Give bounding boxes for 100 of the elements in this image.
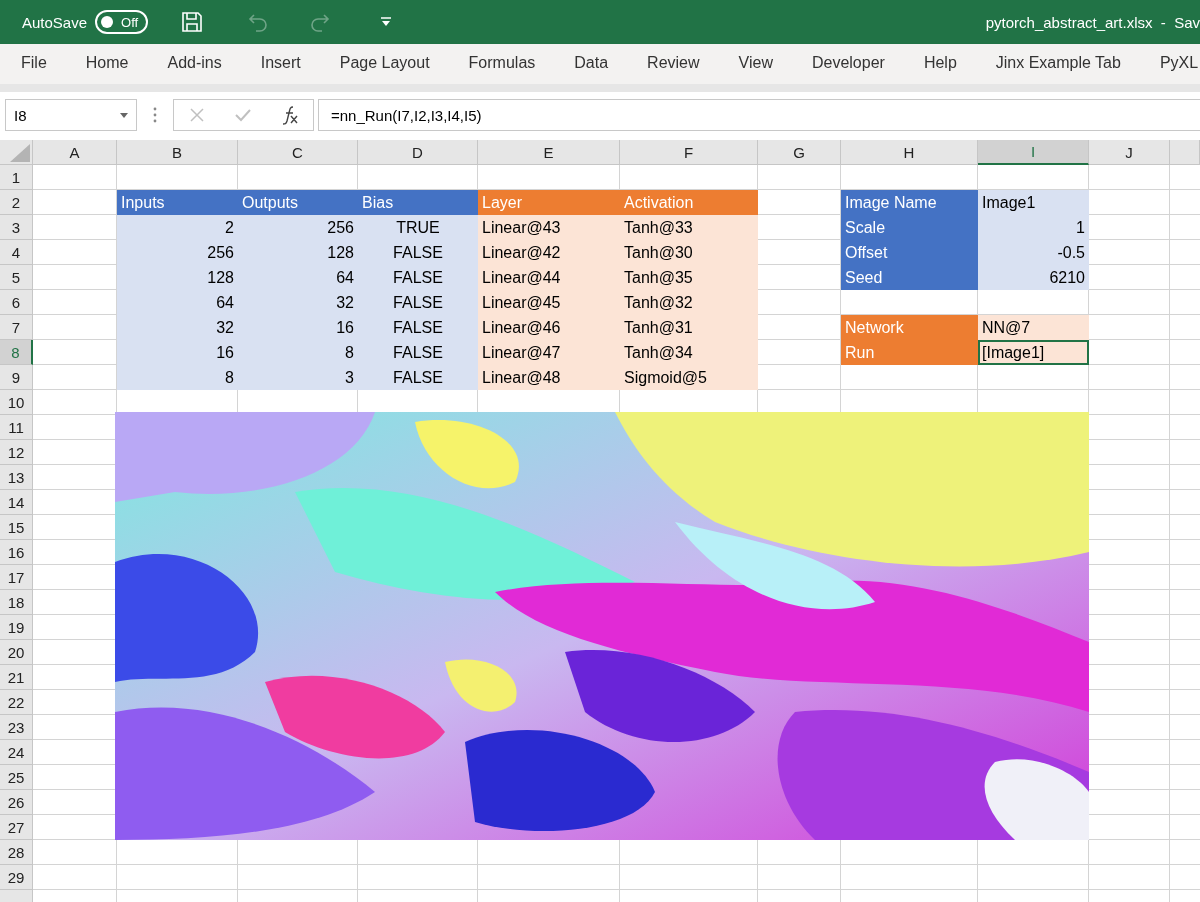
row-header[interactable]: 24 bbox=[0, 740, 33, 765]
ribbon-tab[interactable]: Page Layout bbox=[328, 45, 441, 83]
ribbon-tab[interactable]: Home bbox=[74, 45, 140, 83]
table-cell: TRUE bbox=[358, 215, 478, 240]
column-header[interactable]: I bbox=[978, 140, 1089, 165]
table-cell: 3 bbox=[238, 365, 358, 390]
table-cell: Linear@42 bbox=[478, 240, 620, 265]
parameter-value: [Image1] bbox=[978, 340, 1089, 365]
row-header[interactable]: 7 bbox=[0, 315, 33, 340]
row-header[interactable]: 13 bbox=[0, 465, 33, 490]
row-header[interactable]: 16 bbox=[0, 540, 33, 565]
table-cell: Tanh@31 bbox=[620, 315, 758, 340]
row-header[interactable]: 12 bbox=[0, 440, 33, 465]
ribbon-tab[interactable]: Developer bbox=[800, 45, 896, 83]
column-header[interactable]: F bbox=[620, 140, 758, 165]
ribbon-tab[interactable]: Add-ins bbox=[156, 45, 233, 83]
row-header[interactable]: 27 bbox=[0, 815, 33, 840]
column-title: Activation bbox=[620, 190, 758, 215]
parameter-label: Network bbox=[841, 315, 978, 340]
column-header[interactable] bbox=[1170, 140, 1200, 165]
column-header[interactable]: G bbox=[758, 140, 841, 165]
row-header[interactable]: 9 bbox=[0, 365, 33, 390]
table-cell: FALSE bbox=[358, 265, 478, 290]
column-header[interactable]: E bbox=[478, 140, 620, 165]
table-cell: Linear@46 bbox=[478, 315, 620, 340]
column-header[interactable]: B bbox=[117, 140, 238, 165]
ribbon-tab[interactable]: Insert bbox=[249, 45, 312, 83]
row-header[interactable]: 3 bbox=[0, 215, 33, 240]
row-header[interactable]: 21 bbox=[0, 665, 33, 690]
row-header[interactable]: 2 bbox=[0, 190, 33, 215]
table-cell: FALSE bbox=[358, 315, 478, 340]
parameter-label: Seed bbox=[841, 265, 978, 290]
table-cell: 128 bbox=[117, 265, 238, 290]
select-all-corner[interactable] bbox=[0, 140, 33, 165]
row-header[interactable]: 26 bbox=[0, 790, 33, 815]
parameter-label: Image Name bbox=[841, 190, 978, 215]
row-header[interactable]: 11 bbox=[0, 415, 33, 440]
table-cell: Tanh@35 bbox=[620, 265, 758, 290]
column-title: Inputs bbox=[117, 190, 238, 215]
row-header[interactable]: 15 bbox=[0, 515, 33, 540]
ribbon-tab[interactable]: Jinx Example Tab bbox=[984, 45, 1132, 83]
function-icon bbox=[280, 105, 299, 125]
dropdown-icon bbox=[380, 17, 393, 27]
table-cell: 64 bbox=[238, 265, 358, 290]
ribbon-tab[interactable]: PyXL bbox=[1148, 45, 1200, 83]
column-header[interactable]: C bbox=[238, 140, 358, 165]
row-header[interactable]: 25 bbox=[0, 765, 33, 790]
table-cell: FALSE bbox=[358, 340, 478, 365]
table-cell: 16 bbox=[117, 340, 238, 365]
table-cell: Linear@43 bbox=[478, 215, 620, 240]
column-header[interactable]: J bbox=[1089, 140, 1170, 165]
redo-icon bbox=[309, 11, 332, 33]
table-cell: 256 bbox=[117, 240, 238, 265]
table-cell: Linear@44 bbox=[478, 265, 620, 290]
ribbon-tab[interactable]: View bbox=[727, 45, 784, 83]
ribbon-tab[interactable]: Review bbox=[636, 45, 711, 83]
ribbon-tab[interactable]: File bbox=[10, 45, 58, 83]
table-cell: Tanh@30 bbox=[620, 240, 758, 265]
parameter-value: 6210 bbox=[978, 265, 1089, 290]
row-header[interactable]: 17 bbox=[0, 565, 33, 590]
table-cell: 128 bbox=[238, 240, 358, 265]
name-box[interactable]: I8 bbox=[5, 99, 137, 131]
table-cell: 32 bbox=[238, 290, 358, 315]
column-header[interactable]: H bbox=[841, 140, 978, 165]
row-header[interactable]: 29 bbox=[0, 865, 33, 890]
column-header[interactable]: D bbox=[358, 140, 478, 165]
row-header[interactable]: 28 bbox=[0, 840, 33, 865]
row-header[interactable]: 22 bbox=[0, 690, 33, 715]
table-cell: FALSE bbox=[358, 365, 478, 390]
parameter-value: NN@7 bbox=[978, 315, 1089, 340]
undo-icon bbox=[247, 11, 270, 33]
table-cell: 64 bbox=[117, 290, 238, 315]
window-title: pytorch_abstract_art.xlsx - Sav bbox=[985, 13, 1200, 31]
row-header[interactable]: 18 bbox=[0, 590, 33, 615]
autosave-toggle[interactable]: Off bbox=[95, 10, 149, 34]
ribbon-tab[interactable]: Formulas bbox=[457, 45, 547, 83]
table-cell: FALSE bbox=[358, 240, 478, 265]
row-header[interactable]: 4 bbox=[0, 240, 33, 265]
row-header[interactable]: 20 bbox=[0, 640, 33, 665]
column-header[interactable]: A bbox=[33, 140, 117, 165]
table-cell: Linear@47 bbox=[478, 340, 620, 365]
row-header[interactable]: 23 bbox=[0, 715, 33, 740]
row-header[interactable]: 6 bbox=[0, 290, 33, 315]
row-header[interactable]: 8 bbox=[0, 340, 33, 365]
table-cell: 8 bbox=[117, 365, 238, 390]
row-header[interactable]: 5 bbox=[0, 265, 33, 290]
row-header[interactable]: 10 bbox=[0, 390, 33, 415]
ribbon-tab[interactable]: Data bbox=[563, 45, 620, 83]
parameter-label: Run bbox=[841, 340, 978, 365]
ribbon-tab[interactable]: Help bbox=[912, 45, 968, 83]
table-cell: Linear@45 bbox=[478, 290, 620, 315]
parameter-value: -0.5 bbox=[978, 240, 1089, 265]
table-cell: 2 bbox=[117, 215, 238, 240]
column-title: Bias bbox=[358, 190, 478, 215]
save-icon bbox=[181, 11, 204, 33]
row-header[interactable]: 14 bbox=[0, 490, 33, 515]
formula-field[interactable]: =nn_Run(I7,I2,I3,I4,I5) bbox=[318, 99, 1200, 131]
check-icon bbox=[234, 107, 253, 123]
row-header[interactable]: 1 bbox=[0, 165, 33, 190]
row-header[interactable]: 19 bbox=[0, 615, 33, 640]
